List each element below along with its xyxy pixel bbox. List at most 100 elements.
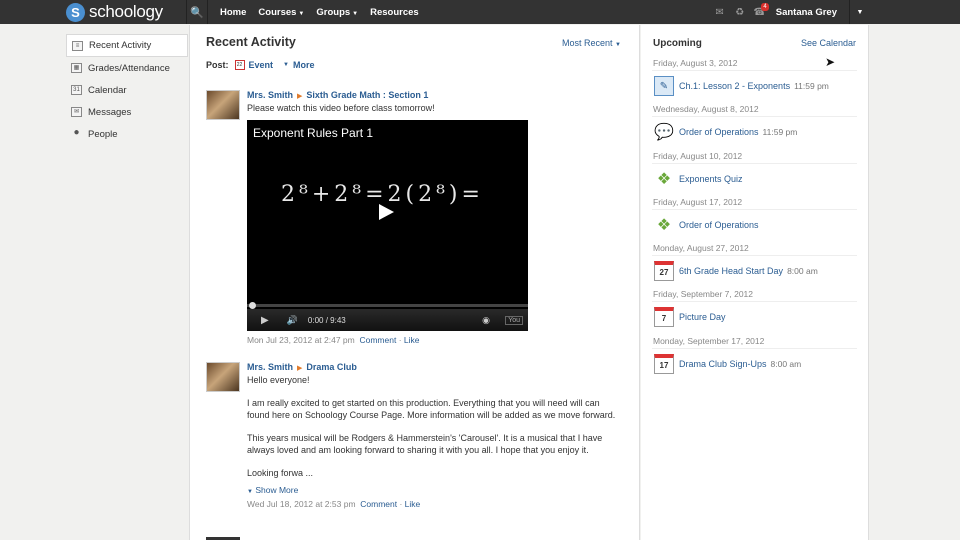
show-more-link[interactable]: ▼ Show More xyxy=(247,485,622,495)
upcoming-event[interactable]: ❖ Exponents Quiz xyxy=(652,164,857,194)
sidebar-item-label: Recent Activity xyxy=(89,40,152,51)
post-target-link[interactable]: Drama Club xyxy=(306,362,357,372)
youtube-logo-icon[interactable]: You xyxy=(505,315,523,325)
sidebar-item-calendar[interactable]: 31 Calendar xyxy=(66,79,188,101)
page-title: Recent Activity xyxy=(206,35,296,49)
discussion-icon: 💬 xyxy=(654,124,674,142)
upcoming-event[interactable]: 27 6th Grade Head Start Day 8:00 am xyxy=(652,256,857,286)
nav-courses-label: Courses xyxy=(258,6,297,18)
event-title-link[interactable]: 6th Grade Head Start Day xyxy=(679,266,783,276)
upcoming-event[interactable]: 💬 Order of Operations 11:59 pm xyxy=(652,117,857,147)
post-greeting: Hello everyone! xyxy=(247,375,310,385)
nav-groups[interactable]: Groups ▼ xyxy=(310,7,364,18)
user-menu-chevron-icon[interactable]: ▼ xyxy=(849,0,870,24)
event-calendar-icon: 22 xyxy=(234,60,245,70)
user-name[interactable]: Santana Grey xyxy=(770,7,849,18)
logo-text: schoology xyxy=(89,2,163,21)
upcoming-list: Friday, August 3, 2012 ✎ Ch.1: Lesson 2 … xyxy=(652,56,857,380)
post-target-link[interactable]: Sixth Grade Math : Section 1 xyxy=(306,90,428,100)
post-event-button[interactable]: Event xyxy=(249,60,274,70)
upcoming-date: Wednesday, August 8, 2012 xyxy=(652,102,857,118)
chevron-down-icon: ▼ xyxy=(283,62,289,68)
event-title-link[interactable]: Order of Operations xyxy=(679,220,759,230)
event-time: 8:00 am xyxy=(787,266,818,277)
upcoming-group: Monday, September 17, 2012 17 Drama Club… xyxy=(652,334,857,380)
post-bar: Post: 22 Event ▼ More xyxy=(206,60,324,70)
post-header: Mrs. Smith ▶ Sixth Grade Math : Section 1 xyxy=(247,90,619,102)
sidebar-item-label: Calendar xyxy=(88,84,127,96)
quiz-icon: ❖ xyxy=(656,170,672,188)
avatar[interactable] xyxy=(206,90,240,120)
play-icon[interactable]: ▶ xyxy=(261,315,269,326)
event-title-link[interactable]: Drama Club Sign-Ups xyxy=(679,359,767,369)
upcoming-event[interactable]: ✎ Ch.1: Lesson 2 - Exponents 11:59 pm xyxy=(652,71,857,101)
event-title-link[interactable]: Exponents Quiz xyxy=(679,174,743,184)
left-sidebar: ≡ Recent Activity ▦ Grades/Attendance 31… xyxy=(66,34,188,145)
post-paragraph: I am really excited to get started on th… xyxy=(247,398,616,420)
video-player[interactable]: Exponent Rules Part 1 2⁸+2⁸=2(2⁸)= ▶ 🔊 0… xyxy=(247,120,528,331)
post-author-link[interactable]: Mrs. Smith xyxy=(247,90,293,100)
sidebar-item-messages[interactable]: ✉ Messages xyxy=(66,101,188,123)
feed-header: Recent Activity Most Recent ▼ xyxy=(206,35,621,49)
comment-link[interactable]: Comment xyxy=(359,335,396,345)
post-meta: Wed Jul 18, 2012 at 2:53 pm Comment · Li… xyxy=(247,499,421,509)
event-title-link[interactable]: Order of Operations xyxy=(679,127,759,137)
main-feed: Recent Activity Most Recent ▼ Post: 22 E… xyxy=(189,25,640,540)
post-body: Mrs. Smith ▶ Drama Club Hello everyone! I … xyxy=(247,362,622,509)
video-progress-bar[interactable] xyxy=(247,302,528,309)
like-link[interactable]: Like xyxy=(404,335,420,345)
sidebar-item-recent-activity[interactable]: ≡ Recent Activity xyxy=(66,34,188,57)
grades-icon: ▦ xyxy=(71,63,82,73)
upcoming-group: Friday, September 7, 2012 7 Picture Day xyxy=(652,287,857,333)
event-time: 11:59 pm xyxy=(762,127,798,138)
sidebar-item-label: Messages xyxy=(88,106,132,118)
connections-icon[interactable]: ♻ xyxy=(730,7,750,18)
nav-courses[interactable]: Courses ▼ xyxy=(252,7,310,18)
messages-icon: ✉ xyxy=(71,107,82,117)
nav-resources[interactable]: Resources xyxy=(364,7,425,18)
settings-icon[interactable]: ◉ xyxy=(482,315,490,326)
logo-icon: S xyxy=(66,2,85,22)
calendar-icon: 31 xyxy=(71,85,82,95)
upcoming-group: Friday, August 17, 2012 ❖ Order of Opera… xyxy=(652,195,857,241)
upcoming-group: Wednesday, August 8, 2012 💬 Order of Ope… xyxy=(652,102,857,148)
nav-home[interactable]: Home xyxy=(214,7,252,18)
messages-icon[interactable]: ✉ xyxy=(710,7,730,18)
event-time: 11:59 pm xyxy=(794,81,829,91)
notifications-icon[interactable]: ☎ 4 xyxy=(750,2,770,18)
chevron-down-icon: ▼ xyxy=(352,10,359,17)
assignment-icon: ✎ xyxy=(654,76,674,96)
event-title-link[interactable]: Ch.1: Lesson 2 - Exponents xyxy=(679,81,790,91)
upcoming-event[interactable]: 17 Drama Club Sign-Ups 8:00 am xyxy=(652,349,857,379)
schoology-logo[interactable]: S schoology xyxy=(66,2,181,22)
calendar-event-icon: 17 xyxy=(654,353,674,374)
nav-groups-label: Groups xyxy=(316,6,351,18)
post-author-link[interactable]: Mrs. Smith xyxy=(247,362,293,372)
chevron-down-icon: ▼ xyxy=(615,42,621,48)
like-link[interactable]: Like xyxy=(405,499,421,509)
see-calendar-link[interactable]: See Calendar xyxy=(801,38,856,48)
arrow-right-icon: ▶ xyxy=(297,365,303,372)
sidebar-item-people[interactable]: ● People xyxy=(66,123,188,145)
search-icon[interactable]: 🔍 xyxy=(186,0,208,24)
main-nav: Home Courses ▼ Groups ▼ Resources xyxy=(214,7,425,18)
play-icon[interactable] xyxy=(379,204,394,220)
comment-link[interactable]: Comment xyxy=(360,499,397,509)
video-scrubber[interactable] xyxy=(249,302,256,309)
avatar[interactable] xyxy=(206,362,240,392)
event-title-link[interactable]: Picture Day xyxy=(679,312,726,322)
post-more-button[interactable]: More xyxy=(293,60,315,70)
arrow-right-icon: ▶ xyxy=(297,93,303,100)
upcoming-event[interactable]: 7 Picture Day xyxy=(652,302,857,332)
upcoming-date: Friday, August 17, 2012 xyxy=(652,195,857,210)
video-controls: ▶ 🔊 0:00 / 9:43 ◉ You xyxy=(247,309,528,331)
upcoming-date: Monday, August 27, 2012 xyxy=(652,241,857,257)
sort-label: Most Recent xyxy=(562,38,613,48)
sidebar-item-grades[interactable]: ▦ Grades/Attendance xyxy=(66,57,188,79)
post-paragraph: This years musical will be Rodgers & Ham… xyxy=(247,433,603,455)
volume-icon[interactable]: 🔊 xyxy=(287,315,298,326)
upcoming-event[interactable]: ❖ Order of Operations xyxy=(652,210,857,240)
upcoming-panel: Upcoming See Calendar Friday, August 3, … xyxy=(641,25,869,540)
sort-dropdown[interactable]: Most Recent ▼ xyxy=(562,38,621,48)
post-date: Wed Jul 18, 2012 at 2:53 pm xyxy=(247,499,356,509)
